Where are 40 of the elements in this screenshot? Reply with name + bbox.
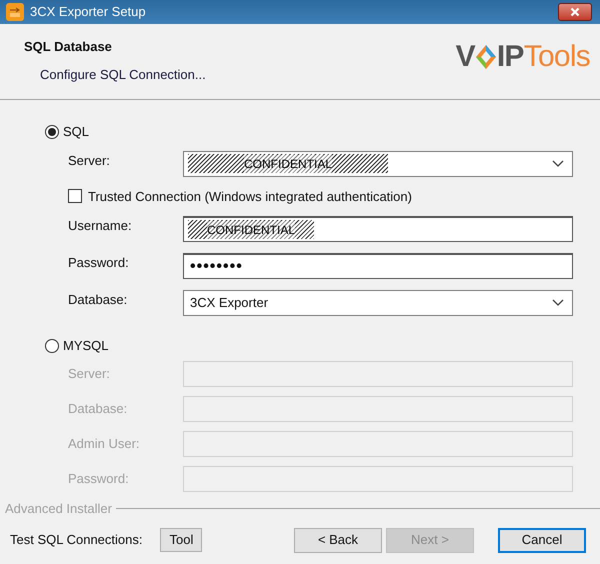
tool-button[interactable]: Tool [160, 528, 202, 552]
field-label: Database: [68, 400, 128, 418]
input-field[interactable]: CONFIDENTIAL [183, 216, 573, 242]
combo-box[interactable]: CONFIDENTIAL [183, 150, 573, 176]
redacted-value: CONFIDENTIAL [188, 154, 388, 173]
radio-label: MYSQL [63, 337, 109, 355]
checkbox[interactable] [68, 189, 82, 204]
chevron-down-icon [552, 160, 564, 168]
field-label: Password: [68, 470, 130, 488]
input-field[interactable] [183, 466, 573, 492]
field-label: Username: [68, 217, 133, 236]
installer-brand: Advanced Installer [5, 500, 112, 518]
field-label: Server: [68, 152, 111, 170]
field-label: Password: [68, 254, 130, 272]
diamond-icon [474, 44, 497, 70]
field-label: Server: [68, 364, 111, 383]
wizard-button[interactable]: Cancel [498, 528, 586, 552]
input-field[interactable] [183, 396, 573, 422]
close-button[interactable] [558, 3, 592, 21]
field-label: Admin User: [68, 434, 141, 453]
combo-box[interactable]: 3CX Exporter [183, 290, 573, 316]
test-connections-label: Test SQL Connections: [10, 531, 142, 550]
checkbox-label: Trusted Connection (Windows integrated authentication) [88, 188, 412, 206]
field-label: Database: [68, 291, 128, 310]
close-icon [570, 7, 580, 17]
input-field[interactable]: •••••••• [183, 253, 573, 279]
input-field[interactable] [183, 360, 573, 386]
radio-button[interactable] [45, 124, 59, 139]
field-value: •••••••• [190, 256, 243, 276]
page-subtitle: Configure SQL Connection... [40, 66, 206, 84]
app-icon [6, 3, 24, 21]
page-title: SQL Database [24, 38, 113, 56]
field-value: 3CX Exporter [190, 294, 268, 312]
chevron-down-icon [552, 299, 564, 307]
redacted-value: CONFIDENTIAL [188, 220, 314, 239]
radio-label: SQL [63, 123, 90, 141]
brand-logo: V IPTools [456, 42, 590, 72]
input-field[interactable] [183, 430, 573, 456]
window-title: 3CX Exporter Setup [30, 3, 146, 22]
wizard-button[interactable]: < Back [294, 528, 382, 552]
